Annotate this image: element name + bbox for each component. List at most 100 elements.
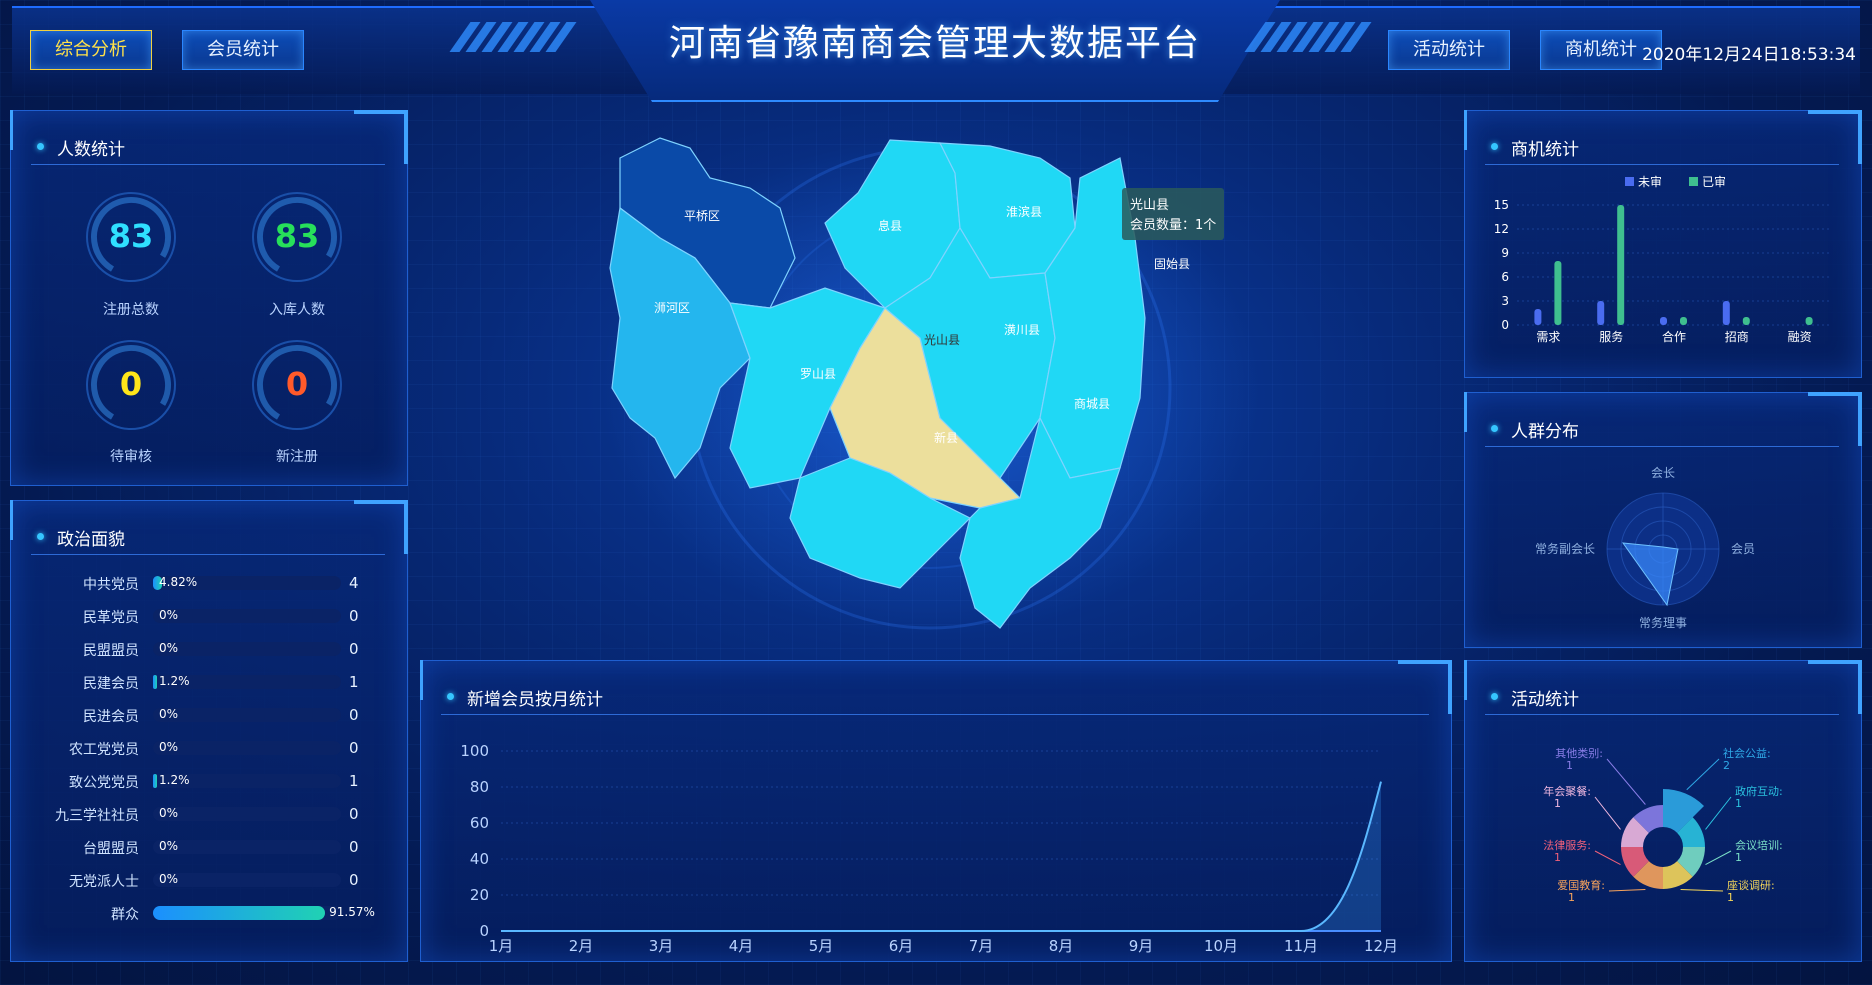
radar-indicator-label: 会长 xyxy=(1651,466,1675,480)
y-tick-label: 3 xyxy=(1501,294,1509,308)
map-label-shihe: 浉河区 xyxy=(654,301,690,315)
political-bar-track xyxy=(153,873,341,887)
activity-panel: 活动统计 社会公益: 2 政府互动: 1 会议培训: 1 座谈调研: 1 爱国教育: 1 法律服务:… xyxy=(1464,660,1862,962)
y-tick-label: 100 xyxy=(460,742,489,760)
political-bar-track xyxy=(153,642,341,656)
political-name: 民革党员 xyxy=(83,610,139,626)
x-tick-label: 2月 xyxy=(569,937,594,955)
political-row: 中共党员 4.82% 4 xyxy=(11,573,391,593)
gauge-stored: 83 xyxy=(249,189,345,285)
political-name: 民盟盟员 xyxy=(83,643,139,659)
political-name: 无党派人士 xyxy=(69,874,139,890)
political-bar-track xyxy=(153,840,341,854)
pie-value: 1 xyxy=(1566,759,1573,772)
map-label-pingqiao: 平桥区 xyxy=(684,209,720,223)
radar-indicator-label: 常务副会长 xyxy=(1535,541,1595,556)
y-tick-label: 20 xyxy=(470,886,489,904)
pie-leader-line xyxy=(1705,796,1732,830)
map-tooltip: 光山县 会员数量：1个 xyxy=(1122,188,1224,240)
political-bar-track xyxy=(153,807,341,821)
political-percent: 0% xyxy=(159,608,179,622)
radar-indicator-label: 会员 xyxy=(1731,542,1755,556)
political-count: 0 xyxy=(349,640,359,658)
map-label-xinxian: 新县 xyxy=(934,430,958,445)
opportunity-chart: 未审 已审 0 3 6 9 12 15 需求 服务 合作 招商 融资 xyxy=(1494,174,1831,344)
pie-leader-line xyxy=(1594,850,1621,866)
map-label-huaibin: 淮滨县 xyxy=(1006,204,1042,219)
political-percent: 1.2% xyxy=(159,674,190,688)
pie-label: 法律服务: xyxy=(1543,838,1591,852)
political-percent: 0% xyxy=(159,872,179,886)
y-tick-label: 15 xyxy=(1494,198,1509,212)
political-bar-fill xyxy=(153,906,326,920)
political-name: 农工党党员 xyxy=(69,742,139,758)
y-tick-label: 60 xyxy=(470,814,489,832)
map-label-huangchuan: 潢川县 xyxy=(1004,323,1040,337)
legend-swatch xyxy=(1625,177,1634,186)
political-percent: 0% xyxy=(159,839,179,853)
pie-leader-line xyxy=(1594,796,1621,830)
political-name: 九三学社社员 xyxy=(55,808,139,824)
political-row: 民盟盟员 0% 0 xyxy=(11,639,391,659)
panel-title: 政治面貌 xyxy=(31,525,385,555)
political-name: 群众 xyxy=(111,907,139,923)
political-percent: 91.57% xyxy=(329,905,375,919)
political-count: 4 xyxy=(349,574,359,592)
datetime: 2020年12月24日18:53:34 xyxy=(1642,45,1856,65)
pie-label: 政府互动: xyxy=(1735,784,1783,798)
political-count: 1 xyxy=(349,772,359,790)
x-tick-label: 5月 xyxy=(809,937,834,955)
political-name: 致公党党员 xyxy=(69,775,139,791)
political-panel: 政治面貌 中共党员 4.82% 4 民革党员 0% 0 民盟盟员 0% 0 民建会员 1.2% 1 民进… xyxy=(10,500,408,962)
y-tick-label: 0 xyxy=(1501,318,1509,332)
activity-pie-chart: 社会公益:2政府互动:1会议培训:1座谈调研:1爱国教育:1法律服务:1年会聚餐… xyxy=(1543,746,1783,904)
bar xyxy=(1805,317,1813,325)
political-row: 民革党员 0% 0 xyxy=(11,606,391,626)
pie-value: 1 xyxy=(1568,891,1575,904)
x-tick-label: 12月 xyxy=(1364,937,1398,955)
gauge-label: 新注册 xyxy=(276,449,318,465)
pie-leader-line xyxy=(1680,888,1724,892)
panel-title: 人数统计 xyxy=(31,135,385,165)
header: 河南省豫南商会管理大数据平台 综合分析 会员统计 活动统计 商机统计 2020年… xyxy=(0,0,1872,102)
pie-label: 会议培训: xyxy=(1735,838,1783,852)
political-row: 农工党党员 0% 0 xyxy=(11,738,391,758)
pie-label: 社会公益: xyxy=(1723,746,1771,760)
political-bar-track xyxy=(153,906,341,920)
bar xyxy=(1742,317,1750,325)
pie-leader-line xyxy=(1608,888,1646,892)
panel-title: 人群分布 xyxy=(1485,417,1839,447)
panel-title: 商机统计 xyxy=(1485,135,1839,165)
pie-label: 其他类别: xyxy=(1555,746,1603,760)
y-tick-label: 6 xyxy=(1501,270,1509,284)
political-name: 中共党员 xyxy=(83,577,139,593)
crowd-radar-chart: 会长会员常务理事 常务副会长 xyxy=(1535,466,1755,630)
legend-label: 未审 xyxy=(1638,174,1662,189)
nav-tab-members[interactable]: 会员统计 xyxy=(182,30,304,70)
nav-tab-activities[interactable]: 活动统计 xyxy=(1388,30,1510,70)
nav-tab-overview[interactable]: 综合分析 xyxy=(30,30,152,70)
political-count: 1 xyxy=(349,673,359,691)
bar xyxy=(1722,301,1730,325)
gauge-value: 83 xyxy=(274,217,320,255)
pie-value: 1 xyxy=(1727,891,1734,904)
map-label-shangcheng: 商城县 xyxy=(1074,396,1110,411)
pie-label: 座谈调研: xyxy=(1727,878,1775,892)
x-tick-label: 9月 xyxy=(1129,937,1154,955)
series-line xyxy=(500,781,1382,932)
political-count: 0 xyxy=(349,607,359,625)
pie-leader-line xyxy=(1705,850,1732,866)
gauge-registered: 83 xyxy=(83,189,179,285)
x-tick-label: 11月 xyxy=(1284,937,1318,955)
political-count: 0 xyxy=(349,838,359,856)
gauge-pending: 0 xyxy=(83,337,179,433)
pie-leader-line xyxy=(1606,758,1646,805)
political-bar-fill xyxy=(153,774,157,788)
x-tick-label: 需求 xyxy=(1536,330,1560,344)
panel-title: 新增会员按月统计 xyxy=(441,685,1429,715)
political-row: 无党派人士 0% 0 xyxy=(11,870,391,890)
political-row: 九三学社社员 0% 0 xyxy=(11,804,391,824)
pie-leader-line xyxy=(1686,758,1720,791)
gauge-value: 0 xyxy=(119,365,143,403)
y-tick-label: 12 xyxy=(1494,222,1509,236)
